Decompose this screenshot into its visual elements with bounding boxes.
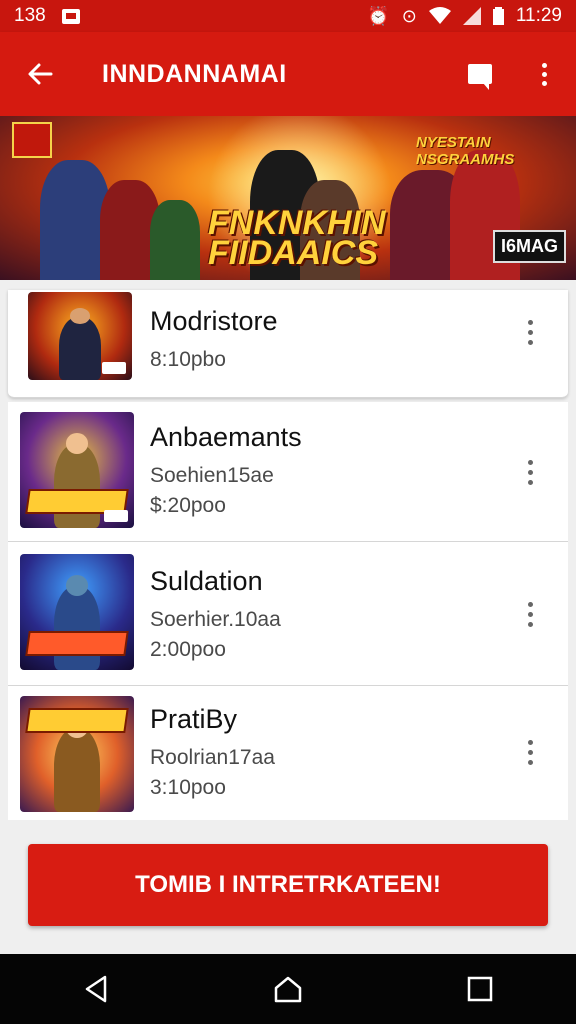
chat-icon xyxy=(468,64,492,90)
alarm-icon: ⏰ xyxy=(367,6,390,26)
overflow-menu-button[interactable] xyxy=(512,32,576,116)
status-time: 11:29 xyxy=(515,5,562,26)
overflow-menu-icon xyxy=(541,62,547,86)
status-bar: 138 ⏰ ⊙ 11:29 xyxy=(0,0,576,32)
item-subtitle: Soerhier.10aa xyxy=(150,608,281,631)
back-button[interactable] xyxy=(0,32,80,116)
item-title: PratiBy xyxy=(150,704,238,734)
banner-character xyxy=(150,200,200,280)
item-thumbnail xyxy=(28,292,132,380)
nav-recents-icon xyxy=(467,976,493,1002)
nav-back-icon xyxy=(85,975,107,1003)
item-price: 8:10pbo xyxy=(150,348,226,371)
item-subtitle: Roolrian17aa xyxy=(150,746,275,769)
promo-banner[interactable]: FNKNKHIN FIIDAAICS NYESTAIN NSGRAAMHS I6… xyxy=(0,116,576,280)
system-nav-bar xyxy=(0,954,576,1024)
back-arrow-icon xyxy=(28,63,53,85)
list-item[interactable]: Anbaemants Soehien15ae $:20poo xyxy=(8,402,568,542)
status-number: 138 xyxy=(14,5,46,26)
nav-home-button[interactable] xyxy=(248,954,328,1024)
item-title: Suldation xyxy=(150,566,263,596)
clock-icon: ⊙ xyxy=(401,6,417,26)
cta-container: TOMIB I INTRETRKATEEN! xyxy=(0,820,576,954)
banner-tag: I6MAG xyxy=(492,230,566,263)
item-price: 2:00poo xyxy=(150,638,226,661)
app-title: INNDANNAMAI xyxy=(102,59,287,88)
item-thumbnail xyxy=(20,554,134,670)
list-item[interactable]: PratiBy Roolrian17aa 3:10poo xyxy=(8,686,568,820)
list-item[interactable]: Suldation Soerhier.10aa 2:00poo xyxy=(8,542,568,686)
notification-icon xyxy=(61,8,80,24)
item-overflow-button[interactable] xyxy=(518,452,542,492)
banner-title: FNKNKHIN FIIDAAICS xyxy=(208,204,386,272)
item-price: 3:10poo xyxy=(150,776,226,799)
primary-cta-button[interactable]: TOMIB I INTRETRKATEEN! xyxy=(28,844,548,926)
nav-home-icon xyxy=(274,976,302,1003)
item-subtitle: Soehien15ae xyxy=(150,464,274,487)
item-list: Modristore 8:10pbo Anbaemants Soehien15a… xyxy=(8,290,568,820)
wifi-icon xyxy=(428,7,451,24)
banner-side-title: NYESTAIN NSGRAAMHS xyxy=(416,134,515,168)
banner-logo xyxy=(12,122,52,158)
item-thumbnail xyxy=(20,412,134,528)
item-title: Anbaemants xyxy=(150,422,302,452)
item-title: Modristore xyxy=(150,306,278,336)
signal-icon xyxy=(462,7,481,25)
item-overflow-button[interactable] xyxy=(518,732,542,772)
item-thumbnail xyxy=(20,696,134,812)
app-bar: INNDANNAMAI xyxy=(0,32,576,116)
item-price: $:20poo xyxy=(150,494,226,517)
battery-icon xyxy=(492,7,504,25)
list-item[interactable]: Modristore 8:10pbo xyxy=(8,290,568,398)
item-overflow-button[interactable] xyxy=(518,312,542,352)
item-overflow-button[interactable] xyxy=(518,594,542,634)
nav-recents-button[interactable] xyxy=(440,954,520,1024)
chat-button[interactable] xyxy=(448,32,512,116)
nav-back-button[interactable] xyxy=(56,954,136,1024)
